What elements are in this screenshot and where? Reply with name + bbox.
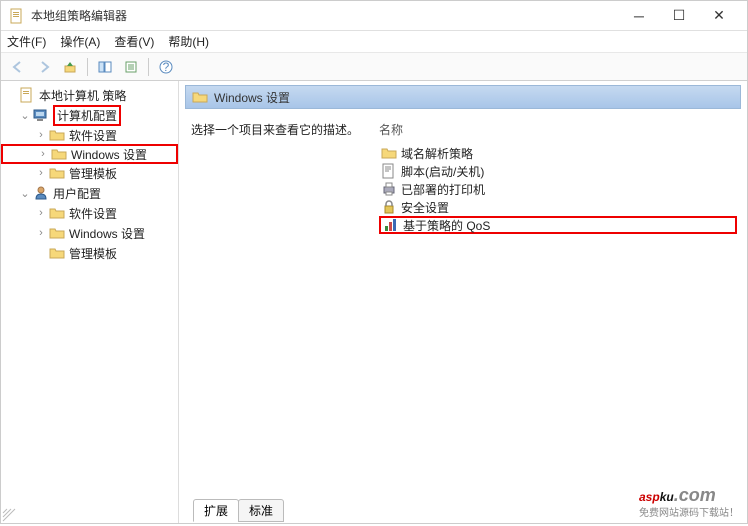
item-qos[interactable]: 基于策略的 QoS bbox=[379, 216, 737, 234]
tree-label: 计算机配置 bbox=[53, 105, 121, 126]
item-label: 基于策略的 QoS bbox=[403, 217, 490, 234]
export-list-button[interactable] bbox=[120, 56, 142, 78]
collapse-icon[interactable]: ⌄ bbox=[19, 187, 31, 200]
tree-label: 管理模板 bbox=[69, 245, 117, 262]
expand-icon[interactable]: › bbox=[35, 207, 47, 219]
expand-icon[interactable]: › bbox=[35, 167, 47, 179]
folder-icon bbox=[49, 165, 65, 181]
collapse-icon[interactable]: ⌄ bbox=[19, 109, 31, 122]
show-hide-tree-button[interactable] bbox=[94, 56, 116, 78]
folder-icon bbox=[49, 127, 65, 143]
lock-icon bbox=[381, 199, 397, 215]
toolbar-separator bbox=[148, 58, 149, 76]
maximize-button[interactable]: ☐ bbox=[659, 2, 699, 30]
minimize-button[interactable]: ─ bbox=[619, 2, 659, 30]
close-button[interactable]: ✕ bbox=[699, 2, 739, 30]
item-security[interactable]: 安全设置 bbox=[379, 198, 737, 216]
column-header-name[interactable]: 名称 bbox=[379, 121, 737, 138]
computer-icon bbox=[33, 107, 49, 123]
printer-icon bbox=[381, 181, 397, 197]
watermark-a: asp bbox=[639, 490, 660, 504]
tree-label: 软件设置 bbox=[69, 205, 117, 222]
forward-button[interactable] bbox=[33, 56, 55, 78]
toolbar-separator bbox=[87, 58, 88, 76]
tree-software-settings[interactable]: › 软件设置 bbox=[1, 125, 178, 145]
svg-text:?: ? bbox=[163, 60, 170, 74]
description-column: 选择一个项目来查看它的描述。 bbox=[185, 117, 375, 495]
back-button[interactable] bbox=[7, 56, 29, 78]
items-column: 名称 域名解析策略 脚本(启动/关机) 已部署的打印机 安全设置 bbox=[375, 117, 741, 495]
expand-icon[interactable]: › bbox=[35, 129, 47, 141]
tree-user-software-settings[interactable]: › 软件设置 bbox=[1, 203, 178, 223]
tree-user-admin-templates[interactable]: 管理模板 bbox=[1, 243, 178, 263]
content-area: 本地计算机 策略 ⌄ 计算机配置 › 软件设置 › Windows 设置 › 管… bbox=[1, 81, 747, 523]
menu-file[interactable]: 文件(F) bbox=[7, 33, 46, 50]
item-label: 安全设置 bbox=[401, 199, 449, 216]
folder-icon bbox=[49, 245, 65, 261]
item-dns-policy[interactable]: 域名解析策略 bbox=[379, 144, 737, 162]
user-icon bbox=[33, 185, 49, 201]
tree-label: 用户配置 bbox=[53, 185, 101, 202]
item-printers[interactable]: 已部署的打印机 bbox=[379, 180, 737, 198]
folder-icon bbox=[49, 225, 65, 241]
folder-icon bbox=[49, 205, 65, 221]
menu-action[interactable]: 操作(A) bbox=[60, 33, 100, 50]
item-label: 已部署的打印机 bbox=[401, 181, 485, 198]
resize-grip-icon bbox=[1, 507, 17, 523]
tree-windows-settings[interactable]: › Windows 设置 bbox=[1, 144, 178, 164]
chart-icon bbox=[383, 217, 399, 233]
tab-standard[interactable]: 标准 bbox=[238, 499, 284, 522]
folder-icon bbox=[381, 145, 397, 161]
menu-view[interactable]: 查看(V) bbox=[114, 33, 154, 50]
tree-admin-templates[interactable]: › 管理模板 bbox=[1, 163, 178, 183]
menu-help[interactable]: 帮助(H) bbox=[168, 33, 209, 50]
item-scripts[interactable]: 脚本(启动/关机) bbox=[379, 162, 737, 180]
tree-label: 软件设置 bbox=[69, 127, 117, 144]
watermark-b: ku bbox=[660, 490, 674, 504]
folder-icon bbox=[192, 89, 208, 105]
tree-user-config[interactable]: ⌄ 用户配置 bbox=[1, 183, 178, 203]
tree-label: 本地计算机 策略 bbox=[39, 87, 126, 104]
tree-computer-config[interactable]: ⌄ 计算机配置 bbox=[1, 105, 178, 125]
tree-root[interactable]: 本地计算机 策略 bbox=[1, 85, 178, 105]
window-title: 本地组策略编辑器 bbox=[31, 7, 619, 24]
details-title: Windows 设置 bbox=[214, 89, 290, 106]
item-label: 域名解析策略 bbox=[401, 145, 473, 162]
tree-label: Windows 设置 bbox=[69, 225, 145, 242]
tree-user-windows-settings[interactable]: › Windows 设置 bbox=[1, 223, 178, 243]
help-button[interactable]: ? bbox=[155, 56, 177, 78]
item-label: 脚本(启动/关机) bbox=[401, 163, 484, 180]
policy-icon bbox=[19, 87, 35, 103]
app-icon bbox=[9, 8, 25, 24]
expand-icon[interactable]: › bbox=[37, 148, 49, 160]
tab-extended[interactable]: 扩展 bbox=[193, 499, 239, 522]
details-pane: Windows 设置 选择一个项目来查看它的描述。 名称 域名解析策略 脚本(启… bbox=[179, 81, 747, 523]
tree-label: Windows 设置 bbox=[71, 146, 147, 163]
toolbar: ? bbox=[1, 53, 747, 81]
script-icon bbox=[381, 163, 397, 179]
tree-label: 管理模板 bbox=[69, 165, 117, 182]
up-button[interactable] bbox=[59, 56, 81, 78]
folder-icon bbox=[51, 146, 67, 162]
watermark-sub: 免费网站源码下载站！ bbox=[639, 504, 739, 519]
description-prompt: 选择一个项目来查看它的描述。 bbox=[191, 121, 369, 138]
watermark-c: .com bbox=[674, 485, 716, 505]
title-bar: 本地组策略编辑器 ─ ☐ ✕ bbox=[1, 1, 747, 31]
navigation-tree[interactable]: 本地计算机 策略 ⌄ 计算机配置 › 软件设置 › Windows 设置 › 管… bbox=[1, 81, 179, 523]
details-body: 选择一个项目来查看它的描述。 名称 域名解析策略 脚本(启动/关机) 已部署的打… bbox=[179, 111, 747, 495]
details-header: Windows 设置 bbox=[185, 85, 741, 109]
menu-bar: 文件(F) 操作(A) 查看(V) 帮助(H) bbox=[1, 31, 747, 53]
expand-icon[interactable]: › bbox=[35, 227, 47, 239]
watermark: aspku.com 免费网站源码下载站！ bbox=[639, 477, 739, 519]
